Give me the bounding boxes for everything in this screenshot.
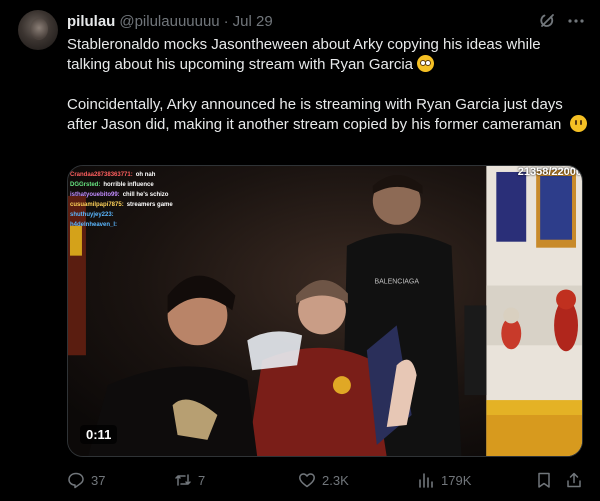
heart-icon bbox=[299, 473, 315, 488]
views-button[interactable]: 179K bbox=[417, 470, 471, 490]
repost-count: 7 bbox=[198, 472, 206, 488]
shirt-text: BALENCIAGA bbox=[374, 279, 419, 286]
like-button[interactable]: 2.3K bbox=[298, 470, 349, 490]
tweet-header: pilulau @pilulauuuuuu · Jul 29 bbox=[67, 11, 273, 31]
tweet-paragraph-1-text: Stableronaldo mocks Jasontheween about A… bbox=[67, 36, 541, 73]
reply-count: 37 bbox=[91, 472, 106, 488]
grok-icon[interactable] bbox=[538, 11, 558, 31]
repost-button[interactable]: 7 bbox=[174, 470, 205, 490]
viewer-count: 21358/22000 bbox=[517, 166, 582, 178]
video-player[interactable]: BALENCIAGA Crandaa28738363771: oh nah DGG… bbox=[67, 165, 583, 457]
chat-text: chill he's schizo bbox=[122, 192, 169, 198]
repost-icon bbox=[175, 474, 191, 486]
chat-username: DGGrsted: bbox=[70, 182, 101, 188]
chat-message: DGGrsted: horrible influence bbox=[70, 180, 173, 190]
like-count: 2.3K bbox=[322, 472, 349, 488]
tweet-paragraph-2: Coincidentally, Arky announced he is str… bbox=[67, 95, 587, 135]
author-handle[interactable]: @pilulauuuuuu bbox=[119, 13, 219, 30]
bookmark-icon bbox=[538, 472, 550, 488]
more-icon[interactable] bbox=[566, 11, 586, 31]
avatar[interactable] bbox=[18, 10, 58, 50]
reply-icon bbox=[68, 472, 84, 489]
face-without-mouth-emoji-icon bbox=[569, 115, 587, 132]
chat-username: shuthuyjey223: bbox=[70, 212, 114, 218]
chat-text: oh nah bbox=[135, 172, 156, 178]
chat-username: Crandaa28738363771: bbox=[70, 172, 133, 178]
chat-username: h4delnheaven_l: bbox=[70, 222, 118, 228]
video-duration: 0:11 bbox=[80, 425, 118, 444]
chat-message: Crandaa28738363771: oh nah bbox=[70, 170, 173, 180]
flushed-face-emoji-icon bbox=[417, 55, 434, 72]
chat-message: isthatyouebito99: chill he's schizo bbox=[70, 190, 173, 200]
stream-chat-overlay: Crandaa28738363771: oh nah DGGrsted: horri… bbox=[70, 170, 173, 230]
tweet-paragraph-2-text: Coincidentally, Arky announced he is str… bbox=[67, 96, 563, 133]
tweet[interactable]: pilulau @pilulauuuuuu · Jul 29 Stableron… bbox=[0, 0, 600, 501]
tweet-date[interactable]: Jul 29 bbox=[233, 13, 273, 30]
reply-button[interactable]: 37 bbox=[67, 470, 105, 490]
chat-message: h4delnheaven_l: bbox=[70, 220, 173, 230]
chat-username: isthatyouebito99: bbox=[70, 192, 120, 198]
avatar-face bbox=[30, 18, 48, 40]
action-bar: 37 7 2.3K 179K bbox=[67, 470, 587, 490]
chat-message: cusuamilpapi7875: streamers game bbox=[70, 200, 173, 210]
bookmark-button[interactable] bbox=[535, 470, 553, 490]
share-icon bbox=[567, 472, 581, 488]
chat-message: shuthuyjey223: bbox=[70, 210, 173, 220]
share-button[interactable] bbox=[565, 470, 583, 490]
tweet-paragraph-1: Stableronaldo mocks Jasontheween about A… bbox=[67, 35, 587, 75]
chat-text: horrible influence bbox=[103, 182, 154, 188]
tweet-text: Stableronaldo mocks Jasontheween about A… bbox=[67, 35, 587, 135]
header-separator: · bbox=[223, 12, 229, 30]
views-icon bbox=[419, 473, 433, 488]
chat-text: streamers game bbox=[126, 202, 173, 208]
author-display-name[interactable]: pilulau bbox=[67, 13, 115, 30]
chat-username: cusuamilpapi7875: bbox=[70, 202, 124, 208]
view-count: 179K bbox=[441, 472, 472, 488]
